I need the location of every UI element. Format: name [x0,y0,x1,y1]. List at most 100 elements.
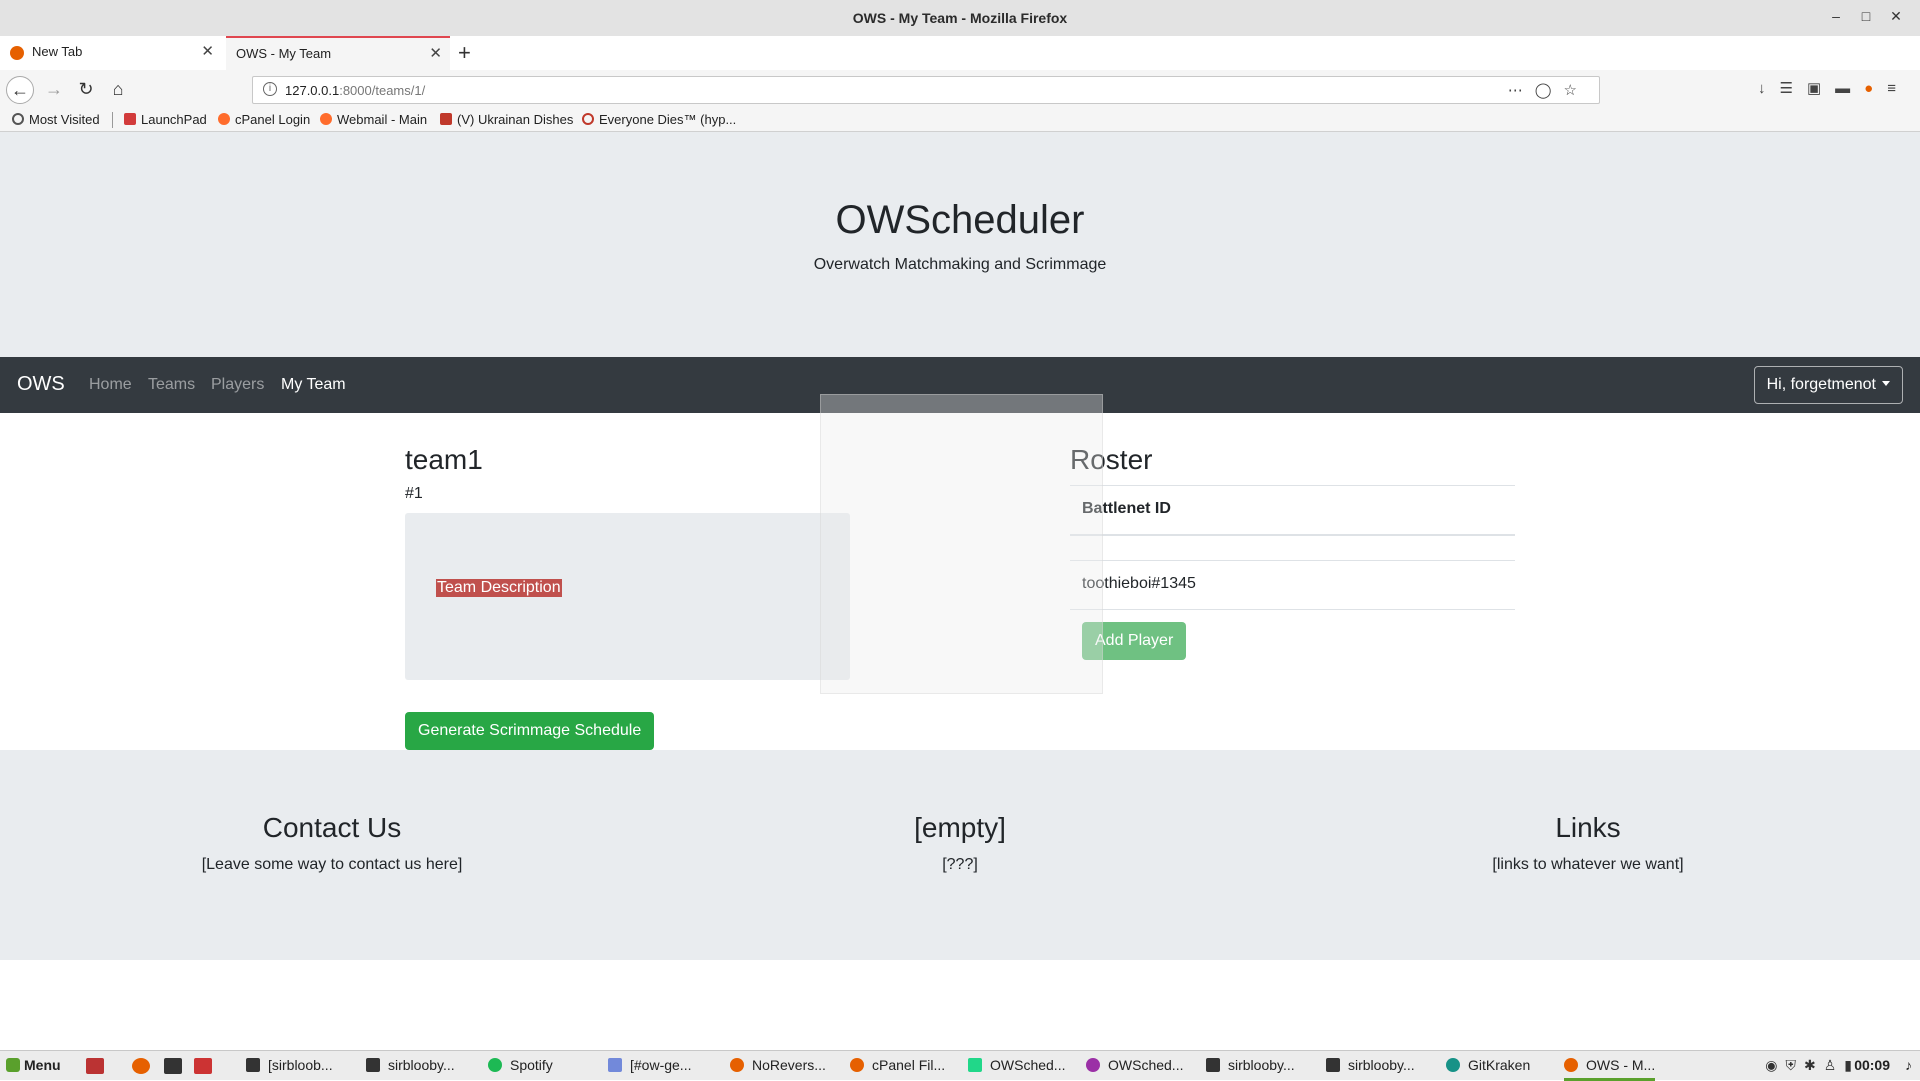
bookmark-ukrainan-dishes[interactable]: (V) Ukrainan Dishes [440,112,573,127]
library-icon: ☰ [1779,80,1807,97]
taskbar-item-terminal[interactable]: [sirbloob... [246,1057,333,1073]
bookmark-star-icon: ☆ [1563,82,1589,99]
close-window-icon[interactable]: ✕ [1884,8,1908,25]
tab-label: New Tab [32,44,83,59]
roster-column-header: Battlenet ID [1070,485,1515,536]
cpanel-icon [320,113,332,125]
bookmarks-toolbar: Most Visited LaunchPad cPanel Login Webm… [0,108,1920,132]
nav-my-team[interactable]: My Team [281,376,346,394]
site-footer: Contact Us [Leave some way to contact us… [0,750,1920,960]
system-tray[interactable]: ◉⛨✱♙▮ [1765,1057,1860,1074]
reload-icon[interactable]: ↻ [72,76,100,104]
taskbar-item-firefox[interactable]: cPanel Fil... [850,1057,945,1073]
taskbar-item-gitkraken[interactable]: GitKraken [1446,1057,1530,1073]
start-menu-button[interactable]: Menu [6,1057,61,1073]
close-tab-icon[interactable]: ✕ [201,36,214,68]
footer-contact: Contact Us [Leave some way to contact us… [82,812,582,874]
new-tab-icon[interactable]: + [458,40,471,66]
shield-icon: ⛨ [1785,1057,1804,1073]
bookmark-webmail[interactable]: Webmail - Main [320,112,427,127]
user-menu-button[interactable]: Hi, forgetmenot [1753,366,1903,404]
page-content: OWScheduler Overwatch Matchmaking and Sc… [0,132,1920,1050]
team-description: Team Description [436,579,562,597]
firefox-launcher-icon[interactable] [132,1058,150,1074]
maximize-icon[interactable]: □ [1854,8,1878,24]
browser-toolbar: ← → ↻ ⌂ i 127.0.0.1:8000/teams/1/ ⋯◯☆ ↓☰… [0,70,1920,108]
user-icon: ♙ [1823,1057,1845,1073]
close-tab-icon[interactable]: ✕ [429,38,442,70]
jumbotron: OWScheduler Overwatch Matchmaking and Sc… [0,132,1920,357]
footer-text: [Leave some way to contact us here] [201,856,463,873]
taskbar: Menu [sirbloob... sirblooby... Spotify [… [0,1050,1920,1081]
user-menu-label: Hi, forgetmenot [1766,376,1876,393]
downloads-icon: ↓ [1758,80,1780,97]
site-info-icon[interactable]: i [263,82,277,96]
volume-icon[interactable]: ♪ [1905,1057,1912,1073]
taskbar-item-firefox[interactable]: NoRevers... [730,1057,826,1073]
cpanel-icon [218,113,230,125]
tab-ows-my-team[interactable]: OWS - My Team ✕ [226,36,450,70]
page-actions[interactable]: ⋯◯☆ [1508,81,1589,99]
bluetooth-icon: ✱ [1803,1057,1824,1073]
minimize-icon[interactable]: – [1824,8,1848,24]
taskbar-item-pycharm[interactable]: OWSched... [968,1057,1065,1073]
team-number: #1 [405,485,423,502]
footer-heading: Contact Us [262,812,402,843]
taskbar-item-discord[interactable]: [#ow-ge... [608,1057,691,1073]
gear-icon [12,113,24,125]
footer-heading: [empty] [914,812,1006,843]
home-icon[interactable]: ⌂ [104,76,132,104]
screenshot-overlay [820,394,1103,694]
toolbar-icons[interactable]: ↓☰▣▬●≡ [1758,79,1910,97]
nav-players[interactable]: Players [211,376,264,394]
bookmark-separator [112,112,113,128]
taskbar-item-terminal[interactable]: sirblooby... [366,1057,455,1073]
show-desktop-icon[interactable] [86,1058,104,1074]
tab-new-tab[interactable]: New Tab ✕ [0,36,222,70]
launchpad-icon [124,113,136,125]
taskbar-item-spotify[interactable]: Spotify [488,1057,553,1073]
files-launcher-icon[interactable] [194,1058,212,1074]
nav-home[interactable]: Home [89,376,132,394]
url-text[interactable]: 127.0.0.1:8000/teams/1/ [285,83,425,98]
window-title: OWS - My Team - Mozilla Firefox [852,10,1068,26]
window-titlebar: OWS - My Team - Mozilla Firefox – □ ✕ [0,0,1920,36]
taskbar-item-terminal[interactable]: sirblooby... [1326,1057,1415,1073]
pocket-icon: ◯ [1534,82,1564,99]
footer-empty: [empty] [???] [710,812,1210,874]
footer-links: Links [links to whatever we want] [1338,812,1838,874]
caret-down-icon [1882,381,1890,386]
hamburger-menu-icon: ≡ [1887,80,1910,97]
taskbar-item-terminal[interactable]: sirblooby... [1206,1057,1295,1073]
site-title: OWScheduler [835,198,1085,242]
url-bar[interactable]: i 127.0.0.1:8000/teams/1/ ⋯◯☆ [252,76,1600,104]
tab-strip: New Tab ✕ OWS - My Team ✕ + [0,34,1920,70]
generate-schedule-button[interactable]: Generate Scrimmage Schedule [405,712,655,750]
navbar-brand[interactable]: OWS [17,373,65,396]
firefox-icon [10,46,24,60]
quora-icon [582,113,594,125]
clock[interactable]: 00:09 [1854,1057,1890,1073]
bookmark-cpanel-login[interactable]: cPanel Login [218,112,310,127]
taskbar-item-firefox-current[interactable]: OWS - M... [1564,1057,1656,1081]
team-description-box: Team Description [405,513,850,680]
roster-table: Battlenet ID toothieboi#1345 [1070,485,1515,610]
terminal-launcher-icon[interactable] [164,1058,182,1074]
footer-text: [???] [942,856,978,873]
extension-icon: ▬ [1835,80,1865,97]
table-row: toothieboi#1345 [1070,561,1515,610]
forward-icon[interactable]: → [40,76,68,104]
sidebar-icon: ▣ [1806,80,1836,97]
bookmark-launchpad[interactable]: LaunchPad [124,112,207,127]
taskbar-item-owsched[interactable]: OWSched... [1086,1057,1183,1073]
mint-icon [6,1058,20,1072]
team-name: team1 [405,444,483,475]
bookmark-most-visited[interactable]: Most Visited [12,112,100,127]
bookmark-everyone-dies[interactable]: Everyone Dies™ (hyp... [582,112,736,127]
flag-icon [440,113,452,125]
footer-text: [links to whatever we want] [1492,856,1684,873]
addon-icon: ● [1864,80,1888,97]
back-icon[interactable]: ← [6,76,34,104]
tab-label: OWS - My Team [236,46,332,61]
nav-teams[interactable]: Teams [148,376,195,394]
